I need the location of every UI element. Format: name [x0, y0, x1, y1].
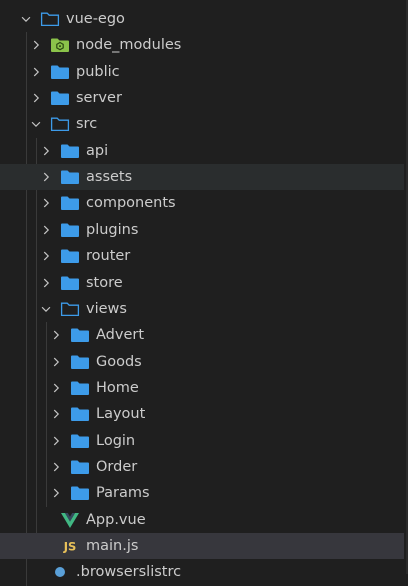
- svg-text:JS: JS: [63, 540, 77, 554]
- javascript-file-icon: JS: [60, 537, 80, 555]
- node-modules-folder-icon: [50, 36, 70, 54]
- chevron-right-icon[interactable]: [38, 222, 54, 238]
- chevron-right-icon[interactable]: [48, 406, 64, 422]
- folder-open-icon: [50, 115, 70, 133]
- folder-icon: [60, 168, 80, 186]
- tree-item-label: .browserslistrc: [76, 564, 182, 581]
- tree-item-label: views: [86, 300, 127, 317]
- chevron-right-icon[interactable]: [48, 380, 64, 396]
- tree-item-node-modules[interactable]: node_modules: [0, 32, 404, 58]
- folder-icon: [70, 484, 90, 502]
- chevron-right-icon[interactable]: [28, 37, 44, 53]
- tree-item-label: public: [76, 63, 120, 80]
- folder-icon: [60, 221, 80, 239]
- tree-item-label: components: [86, 195, 176, 212]
- tree-item-advert[interactable]: Advert: [0, 322, 404, 348]
- tree-item-label: Params: [96, 485, 150, 502]
- tree-item-label: Advert: [96, 327, 145, 344]
- tree-item-plugins[interactable]: plugins: [0, 217, 404, 243]
- folder-open-icon: [40, 10, 60, 28]
- folder-icon: [60, 194, 80, 212]
- tree-item-api[interactable]: api: [0, 138, 404, 164]
- chevron-right-icon[interactable]: [38, 195, 54, 211]
- tree-item-app-vue[interactable]: App.vue: [0, 507, 404, 533]
- folder-open-icon: [60, 300, 80, 318]
- chevron-right-icon[interactable]: [38, 169, 54, 185]
- tree-item-server[interactable]: server: [0, 85, 404, 111]
- tree-item-label: server: [76, 90, 122, 107]
- tree-item-components[interactable]: components: [0, 190, 404, 216]
- tree-item-router[interactable]: router: [0, 243, 404, 269]
- tree-item-label: router: [86, 248, 131, 265]
- tree-item-label: App.vue: [86, 511, 146, 528]
- folder-icon: [60, 247, 80, 265]
- folder-icon: [60, 274, 80, 292]
- tree-item-home[interactable]: Home: [0, 375, 404, 401]
- chevron-right-icon[interactable]: [28, 90, 44, 106]
- tree-item-label: vue-ego: [66, 11, 125, 27]
- tree-item-label: plugins: [86, 221, 139, 238]
- tree-item-public[interactable]: public: [0, 59, 404, 85]
- tree-item-label: src: [76, 116, 98, 133]
- tree-item-src[interactable]: src: [0, 111, 404, 137]
- chevron-right-icon[interactable]: [48, 327, 64, 343]
- folder-icon: [50, 89, 70, 107]
- tree-item-layout[interactable]: Layout: [0, 401, 404, 427]
- tree-item-label: Goods: [96, 353, 142, 370]
- folder-icon: [50, 63, 70, 81]
- tree-item-goods[interactable]: Goods: [0, 349, 404, 375]
- chevron-right-icon[interactable]: [28, 64, 44, 80]
- tree-item-order[interactable]: Order: [0, 454, 404, 480]
- tree-item-views[interactable]: views: [0, 296, 404, 322]
- tree-item-dot-browserslistrc[interactable]: .browserslistrc: [0, 559, 404, 585]
- chevron-right-icon[interactable]: [48, 354, 64, 370]
- chevron-down-icon[interactable]: [38, 301, 54, 317]
- folder-icon: [70, 379, 90, 397]
- tree-item-label: assets: [86, 169, 133, 186]
- tree-item-main-js[interactable]: JS main.js: [0, 533, 404, 559]
- config-file-icon: [50, 563, 70, 581]
- tree-item-label: Layout: [96, 406, 146, 423]
- chevron-down-icon[interactable]: [28, 116, 44, 132]
- tree-item-label: Login: [96, 432, 136, 449]
- tree-item-label: store: [86, 274, 123, 291]
- tree-item-label: api: [86, 142, 109, 159]
- tree-item-assets[interactable]: assets: [0, 164, 404, 191]
- chevron-right-icon[interactable]: [48, 433, 64, 449]
- folder-icon: [70, 405, 90, 423]
- chevron-down-icon[interactable]: [18, 11, 34, 27]
- chevron-right-icon[interactable]: [38, 143, 54, 159]
- tree-item-label: node_modules: [76, 37, 182, 54]
- folder-icon: [70, 432, 90, 450]
- chevron-right-icon[interactable]: [38, 275, 54, 291]
- folder-icon: [60, 142, 80, 160]
- chevron-right-icon[interactable]: [48, 485, 64, 501]
- tree-item-vue-ego[interactable]: vue-ego: [0, 6, 404, 32]
- vue-file-icon: [60, 511, 80, 529]
- tree-item-store[interactable]: store: [0, 270, 404, 296]
- chevron-right-icon[interactable]: [38, 248, 54, 264]
- tree-item-label: Home: [96, 379, 139, 396]
- folder-icon: [70, 326, 90, 344]
- tree-item-label: main.js: [86, 538, 139, 554]
- chevron-right-icon[interactable]: [48, 459, 64, 475]
- tree-item-label: Order: [96, 458, 138, 475]
- tree-item-params[interactable]: Params: [0, 480, 404, 506]
- folder-icon: [70, 458, 90, 476]
- tree-item-login[interactable]: Login: [0, 428, 404, 454]
- folder-icon: [70, 353, 90, 371]
